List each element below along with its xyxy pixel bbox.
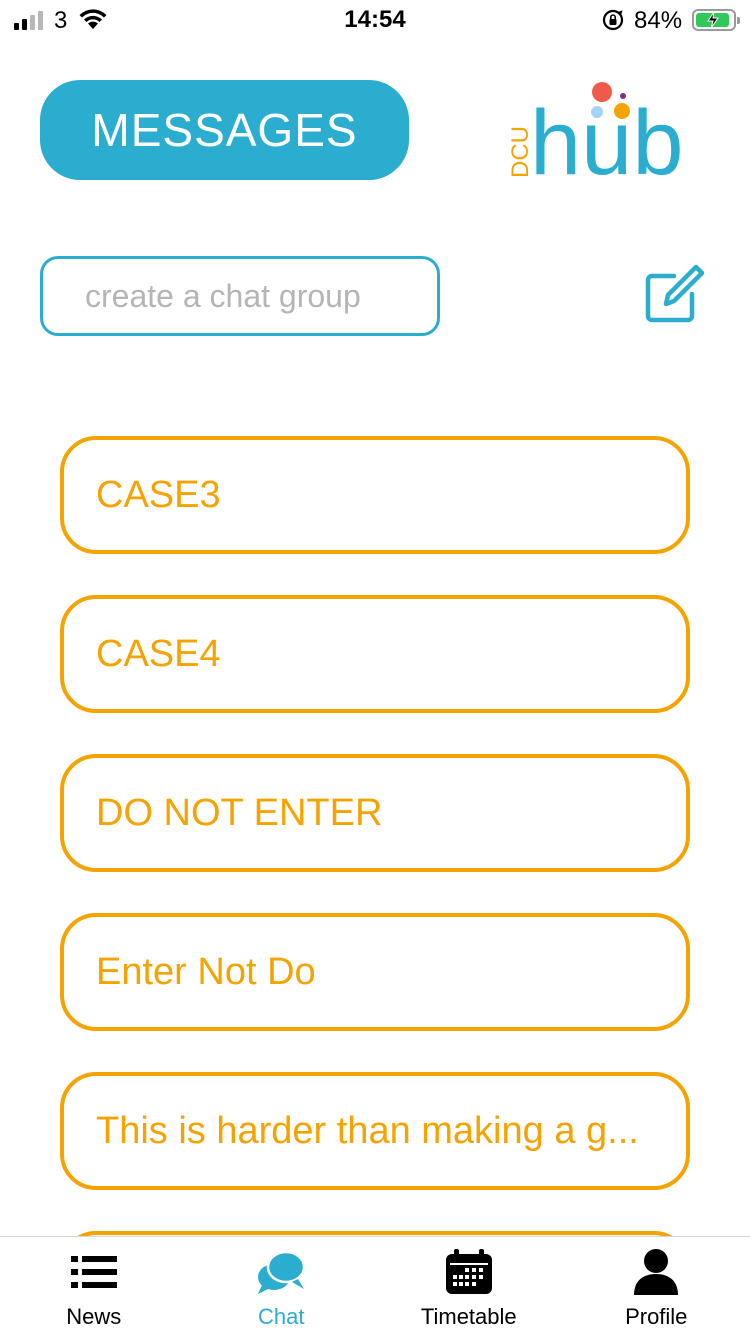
compose-icon — [645, 264, 705, 323]
chat-group-item[interactable]: CASE3 — [60, 436, 690, 554]
chat-group-name: CASE4 — [96, 632, 221, 675]
calendar-icon — [445, 1246, 493, 1298]
chat-bubbles-icon — [256, 1246, 306, 1298]
tab-profile[interactable]: Profile — [563, 1237, 750, 1334]
chat-group-item[interactable]: This is harder than making a g... — [60, 1072, 690, 1190]
svg-text:hub: hub — [530, 92, 684, 188]
tab-label: Timetable — [420, 1304, 517, 1329]
chat-group-name: DO NOT ENTER — [96, 791, 383, 834]
tab-label: Chat — [258, 1304, 305, 1329]
chat-group-item[interactable]: Enter Not Do — [60, 913, 690, 1031]
tab-timetable[interactable]: Timetable — [375, 1237, 563, 1334]
chat-group-item[interactable]: CASE4 — [60, 595, 690, 713]
compose-button[interactable] — [640, 262, 705, 326]
battery-icon — [692, 9, 740, 31]
person-icon — [633, 1246, 679, 1298]
rotation-lock-icon — [602, 9, 624, 36]
chat-group-name: This is harder than making a g... — [96, 1109, 639, 1152]
chat-group-name: CASE3 — [96, 473, 221, 516]
tab-bar: News Chat Timetable Profile — [0, 1236, 750, 1334]
tab-label: News — [66, 1304, 122, 1329]
tab-chat[interactable]: Chat — [188, 1237, 376, 1334]
tab-label: Profile — [625, 1304, 688, 1329]
battery-percent: 84% — [634, 7, 683, 34]
chat-group-item[interactable]: DO NOT ENTER — [60, 754, 690, 872]
chat-group-list: CASE3 CASE4 DO NOT ENTER Enter Not Do Th… — [60, 436, 690, 1334]
chat-group-name: Enter Not Do — [96, 950, 316, 993]
list-icon — [70, 1246, 117, 1298]
dcu-hub-logo: DCU hub — [500, 78, 700, 194]
page-title: MESSAGES — [40, 80, 409, 180]
chat-screen: 3 14:54 84% MESSAGES DCU hub create a ch… — [0, 0, 750, 1334]
create-chat-group-input[interactable] — [40, 256, 440, 336]
status-bar: 3 14:54 84% — [0, 0, 750, 40]
tab-news[interactable]: News — [0, 1237, 188, 1334]
